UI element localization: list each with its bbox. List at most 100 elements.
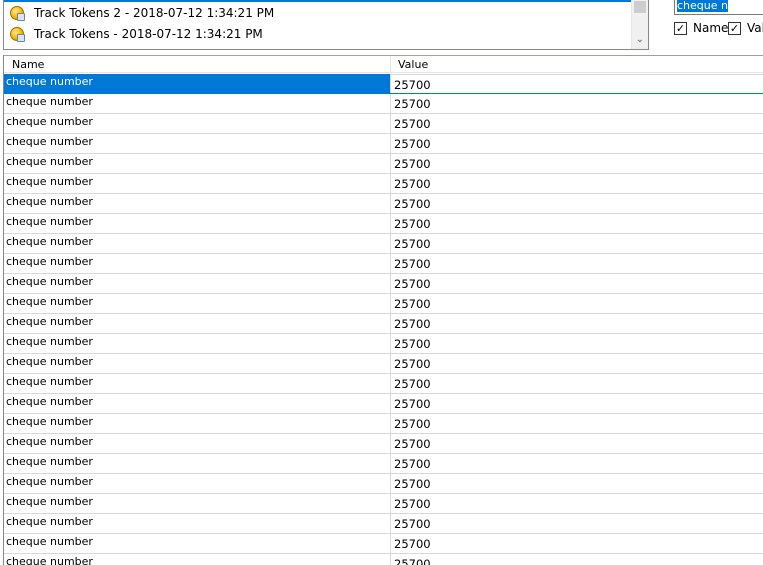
table-row[interactable]: cheque number 25700 (4, 494, 763, 514)
chevron-down-icon[interactable]: ⌄ (632, 33, 648, 47)
token-list-item[interactable]: Track Tokens 2 - 2018-07-12 1:34:21 PM (4, 3, 632, 23)
table-row[interactable]: cheque number 25700 (4, 214, 763, 234)
table-row[interactable]: cheque number 25700 (4, 254, 763, 274)
cell-name: cheque number (6, 395, 93, 408)
table-row[interactable]: cheque number 25700 (4, 94, 763, 114)
column-divider[interactable] (390, 56, 391, 73)
cell-divider (390, 514, 391, 533)
table-row[interactable]: cheque number 25700 (4, 194, 763, 214)
table-row[interactable]: cheque number 25700 (4, 334, 763, 354)
cell-divider (390, 134, 391, 153)
cell-value[interactable]: 25700 (394, 194, 431, 213)
cell-value[interactable]: 25700 (394, 174, 431, 193)
cell-divider (390, 494, 391, 513)
cell-name: cheque number (6, 135, 93, 148)
value-checkbox[interactable]: ✓ Valu (728, 20, 763, 36)
cell-value[interactable]: 25700 (394, 374, 431, 393)
table-row[interactable]: cheque number 25700 (4, 114, 763, 134)
table-row[interactable]: cheque number 25700 (4, 374, 763, 394)
cell-value[interactable]: 25700 (394, 294, 431, 313)
grid-rows: cheque number 25700 cheque number 25700 cheq… (4, 74, 763, 565)
checkmark-icon[interactable]: ✓ (728, 21, 741, 35)
cell-value[interactable]: 25700 (394, 514, 431, 533)
cell-divider (390, 434, 391, 453)
table-row[interactable]: cheque number 25700 (4, 514, 763, 534)
cell-value[interactable]: 25700 (394, 314, 431, 333)
scrollbar-thumb[interactable] (634, 1, 646, 13)
cell-name: cheque number (6, 155, 93, 168)
cell-value[interactable]: 25700 (394, 454, 431, 473)
cell-value[interactable]: 25700 (394, 394, 431, 413)
cell-divider (390, 374, 391, 393)
cell-name: cheque number (6, 535, 93, 548)
table-row[interactable]: cheque number 25700 (4, 454, 763, 474)
token-list[interactable]: Track Tokens 2 - 2018-07-12 1:34:21 PM T… (3, 0, 649, 50)
cell-name: cheque number (6, 215, 93, 228)
cell-value[interactable]: 25700 (394, 434, 431, 453)
cell-value[interactable]: 25700 (394, 134, 431, 153)
cell-value[interactable]: 25700 (394, 214, 431, 233)
cell-value[interactable]: 25700 (394, 534, 431, 553)
cell-divider (390, 114, 391, 133)
cell-divider (390, 394, 391, 413)
cell-value[interactable]: 25700 (394, 474, 431, 493)
table-row[interactable]: cheque number 25700 (4, 534, 763, 554)
name-checkbox[interactable]: ✓ Name (674, 20, 728, 36)
column-header-name[interactable]: Name (12, 56, 44, 73)
table-row[interactable]: cheque number 25700 (4, 474, 763, 494)
token-icon (10, 6, 25, 21)
table-row[interactable]: cheque number 25700 (4, 74, 763, 94)
table-row[interactable]: cheque number 25700 (4, 294, 763, 314)
cell-value[interactable]: 25700 (394, 114, 431, 133)
cell-value[interactable]: 25700 (394, 274, 431, 293)
checkmark-icon[interactable]: ✓ (674, 21, 687, 35)
table-row[interactable]: cheque number 25700 (4, 354, 763, 374)
cell-divider (390, 94, 391, 113)
cell-value[interactable]: 25700 (394, 334, 431, 353)
table-row[interactable]: cheque number 25700 (4, 394, 763, 414)
cell-value[interactable]: 25700 (394, 494, 431, 513)
table-row[interactable]: cheque number 25700 (4, 314, 763, 334)
cell-name: cheque number (6, 195, 93, 208)
cell-divider (390, 214, 391, 233)
cell-value[interactable]: 25700 (394, 354, 431, 373)
cell-divider (390, 534, 391, 553)
selected-item-strip (4, 0, 632, 2)
cell-value[interactable]: 25700 (391, 74, 763, 93)
table-row[interactable]: cheque number 25700 (4, 434, 763, 454)
token-list-item[interactable]: Track Tokens - 2018-07-12 1:34:21 PM (4, 24, 632, 44)
cell-value[interactable]: 25700 (394, 234, 431, 253)
cell-value[interactable]: 25700 (394, 254, 431, 273)
cell-value[interactable]: 25700 (394, 154, 431, 173)
cell-divider (390, 274, 391, 293)
cell-value[interactable]: 25700 (394, 94, 431, 113)
column-header-value[interactable]: Value (398, 56, 428, 73)
table-row[interactable]: cheque number 25700 (4, 234, 763, 254)
table-row[interactable]: cheque number 25700 (4, 414, 763, 434)
table-row[interactable]: cheque number 25700 (4, 174, 763, 194)
cell-name: cheque number (6, 95, 93, 108)
table-row[interactable]: cheque number 25700 (4, 154, 763, 174)
cell-name: cheque number (6, 455, 93, 468)
cell-name: cheque number (6, 175, 93, 188)
cell-divider (390, 474, 391, 493)
cell-divider (390, 254, 391, 273)
cell-name: cheque number (6, 75, 93, 88)
token-icon (10, 27, 25, 42)
filter-input[interactable]: cheque n (674, 0, 763, 15)
vertical-scrollbar[interactable]: ⌄ (631, 0, 648, 49)
cell-name: cheque number (6, 295, 93, 308)
results-grid[interactable]: Name Value cheque number 25700 cheque numb… (3, 55, 763, 565)
cell-value[interactable]: 25700 (394, 414, 431, 433)
cell-name: cheque number (6, 335, 93, 348)
cell-name: cheque number (6, 355, 93, 368)
cell-name: cheque number (6, 315, 93, 328)
cell-divider (390, 234, 391, 253)
cell-name: cheque number (6, 415, 93, 428)
filter-input-text: cheque n (677, 0, 728, 12)
cell-divider (390, 174, 391, 193)
table-row[interactable]: cheque number 25700 (4, 274, 763, 294)
cell-name: cheque number (6, 255, 93, 268)
name-checkbox-label: Name (693, 21, 729, 35)
table-row[interactable]: cheque number 25700 (4, 134, 763, 154)
